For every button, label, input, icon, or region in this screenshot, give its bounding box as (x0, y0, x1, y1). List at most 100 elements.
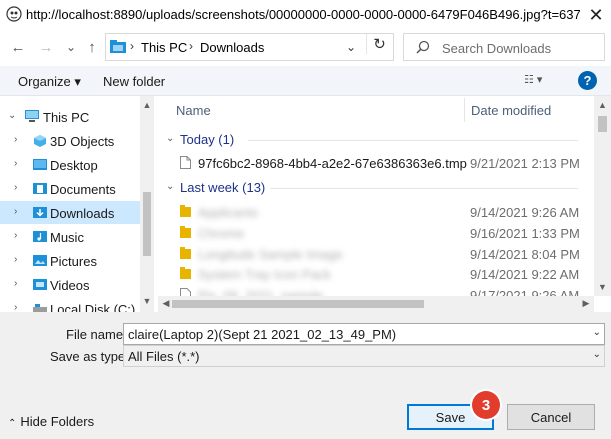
file-list: Name Date modified ⌄ Today (1) 97fc6bc2-… (158, 96, 611, 312)
tree-item-videos[interactable]: › Videos (0, 273, 140, 296)
hide-folders-button[interactable]: ⌃ Hide Folders (8, 414, 94, 429)
scrollbar-thumb[interactable] (143, 192, 151, 256)
collapsed-chevron-icon[interactable]: › (14, 278, 17, 289)
file-name-label: File name: (66, 327, 127, 342)
tree-item-documents[interactable]: › Documents (0, 177, 140, 200)
scrollbar-thumb[interactable] (172, 300, 424, 308)
dialog-button-bar: ⌃ Hide Folders Save Cancel 3 (0, 372, 611, 439)
file-list-horizontal-scrollbar[interactable]: ◀ ▶ (158, 296, 594, 312)
file-name-dropdown-chevron-icon[interactable]: ⌄ (593, 327, 601, 338)
breadcrumb-this-pc[interactable]: This PC (141, 40, 187, 55)
computer-icon (25, 110, 39, 122)
tree-item-3d-objects[interactable]: › 3D Objects (0, 129, 140, 152)
collapsed-chevron-icon[interactable]: › (14, 158, 17, 169)
breadcrumb-downloads[interactable]: Downloads (200, 40, 264, 55)
group-collapse-chevron-icon[interactable]: ⌄ (166, 181, 174, 192)
scrollbar-thumb[interactable] (598, 116, 607, 132)
new-folder-button[interactable]: New folder (103, 74, 165, 89)
music-folder-icon (33, 231, 47, 242)
tree-item-label: Pictures (50, 254, 97, 269)
file-row[interactable]: Chrome 9/16/2021 1:33 PM (158, 223, 595, 243)
scroll-up-icon[interactable]: ▲ (596, 100, 609, 112)
browser-app-icon (6, 6, 22, 22)
tree-item-label: This PC (43, 110, 90, 125)
column-header-date-modified[interactable]: Date modified (471, 103, 551, 118)
scroll-up-icon[interactable]: ▲ (141, 100, 153, 112)
collapsed-chevron-icon[interactable]: › (14, 206, 17, 217)
collapsed-chevron-icon[interactable]: › (14, 302, 17, 312)
column-header-row: Name Date modified (158, 96, 595, 124)
up-arrow-icon[interactable]: ↑ (82, 38, 102, 56)
scroll-down-icon[interactable]: ▼ (596, 282, 609, 294)
collapsed-chevron-icon[interactable]: › (14, 182, 17, 193)
file-row[interactable]: System Tray Icon Pack 9/14/2021 9:22 AM (158, 264, 595, 284)
search-input[interactable]: Search Downloads (403, 33, 605, 61)
file-list-vertical-scrollbar[interactable]: ▲ ▼ (594, 96, 611, 296)
file-name: Applicants (198, 205, 258, 220)
refresh-icon[interactable]: ↻ (366, 34, 392, 54)
organize-button[interactable]: Organize ▾ (18, 74, 81, 90)
tree-item-desktop[interactable]: › Desktop (0, 153, 140, 176)
collapsed-chevron-icon[interactable]: › (14, 134, 17, 145)
tree-item-pictures[interactable]: › Pictures (0, 249, 140, 272)
tree-item-this-pc[interactable]: ⌄ This PC (0, 105, 140, 128)
collapsed-chevron-icon[interactable]: › (14, 254, 17, 265)
file-date: 9/16/2021 1:33 PM (470, 226, 580, 241)
cancel-button[interactable]: Cancel (507, 404, 595, 430)
downloads-folder-icon (33, 207, 47, 218)
file-name: Chrome (198, 226, 245, 241)
group-label: Today (1) (180, 132, 235, 147)
breadcrumb-separator: › (130, 39, 134, 53)
file-row[interactable]: 97fc6bc2-8968-4bb4-a2e2-67e6386363e6.tmp… (158, 153, 595, 173)
address-dropdown-chevron-icon[interactable]: ⌄ (342, 38, 360, 56)
collapsed-chevron-icon[interactable]: › (14, 230, 17, 241)
scroll-down-icon[interactable]: ▼ (141, 296, 153, 308)
forward-arrow-icon[interactable]: → (36, 38, 56, 56)
save-as-type-value: All Files (*.*) (128, 349, 200, 364)
back-arrow-icon[interactable]: ← (8, 38, 28, 56)
file-row[interactable]: Applicants 9/14/2021 9:26 AM (158, 202, 595, 222)
scroll-left-icon[interactable]: ◀ (160, 298, 172, 310)
tree-item-label: Local Disk (C:) (50, 302, 136, 312)
file-row[interactable]: Longitude Sample Image 9/14/2021 8:04 PM (158, 244, 595, 264)
help-icon[interactable]: ? (578, 71, 597, 90)
file-icon (180, 156, 191, 169)
address-bar[interactable]: › This PC › Downloads ⌄ (105, 33, 394, 61)
navigation-pane: ⌄ This PC › 3D Objects › Desktop › Docum… (0, 96, 156, 312)
column-header-name[interactable]: Name (176, 103, 211, 118)
scroll-right-icon[interactable]: ▶ (580, 298, 592, 310)
file-name-input[interactable]: claire(Laptop 2)(Sept 21 2021_02_13_49_P… (123, 323, 605, 345)
tree-item-label: Videos (50, 278, 90, 293)
folder-icon (180, 226, 191, 238)
file-name: System Tray Icon Pack (198, 267, 331, 282)
expanded-chevron-icon[interactable]: ⌄ (8, 110, 16, 121)
search-icon (416, 40, 430, 54)
navigation-row: ← → ⌄ ↑ › This PC › Downloads ⌄ ↻ Search… (0, 30, 611, 64)
tree-item-local-disk[interactable]: › Local Disk (C:) (0, 297, 140, 312)
file-date: 9/14/2021 9:26 AM (470, 205, 580, 220)
file-date: 9/14/2021 9:22 AM (470, 267, 580, 282)
tree-item-label: Music (50, 230, 84, 245)
breadcrumb-separator: › (189, 39, 193, 53)
save-as-type-dropdown-chevron-icon[interactable]: ⌄ (593, 349, 601, 360)
file-name: 97fc6bc2-8968-4bb4-a2e2-67e6386363e6.tmp (198, 156, 467, 171)
hide-folders-label: Hide Folders (20, 414, 95, 429)
group-divider (270, 188, 578, 189)
tree-item-music[interactable]: › Music (0, 225, 140, 248)
tree-item-downloads[interactable]: › Downloads (0, 201, 140, 224)
save-as-type-select[interactable]: All Files (*.*) ⌄ (123, 345, 605, 367)
column-divider[interactable] (464, 98, 465, 122)
folder-icon (180, 267, 191, 279)
tree-item-label: 3D Objects (50, 134, 115, 149)
save-fields-area: File name: claire(Laptop 2)(Sept 21 2021… (0, 312, 611, 372)
tree-item-label: Documents (50, 182, 116, 197)
group-collapse-chevron-icon[interactable]: ⌄ (166, 133, 174, 144)
view-options-icon[interactable]: ☷ ▾ (524, 73, 554, 89)
navigation-pane-scrollbar[interactable]: ▲ ▼ (140, 96, 154, 312)
desktop-folder-icon (33, 159, 47, 170)
pictures-folder-icon (33, 255, 47, 266)
documents-folder-icon (33, 183, 47, 194)
recent-locations-chevron-icon[interactable]: ⌄ (61, 38, 81, 56)
group-divider (248, 140, 578, 141)
close-icon[interactable]: ✕ (584, 3, 608, 27)
